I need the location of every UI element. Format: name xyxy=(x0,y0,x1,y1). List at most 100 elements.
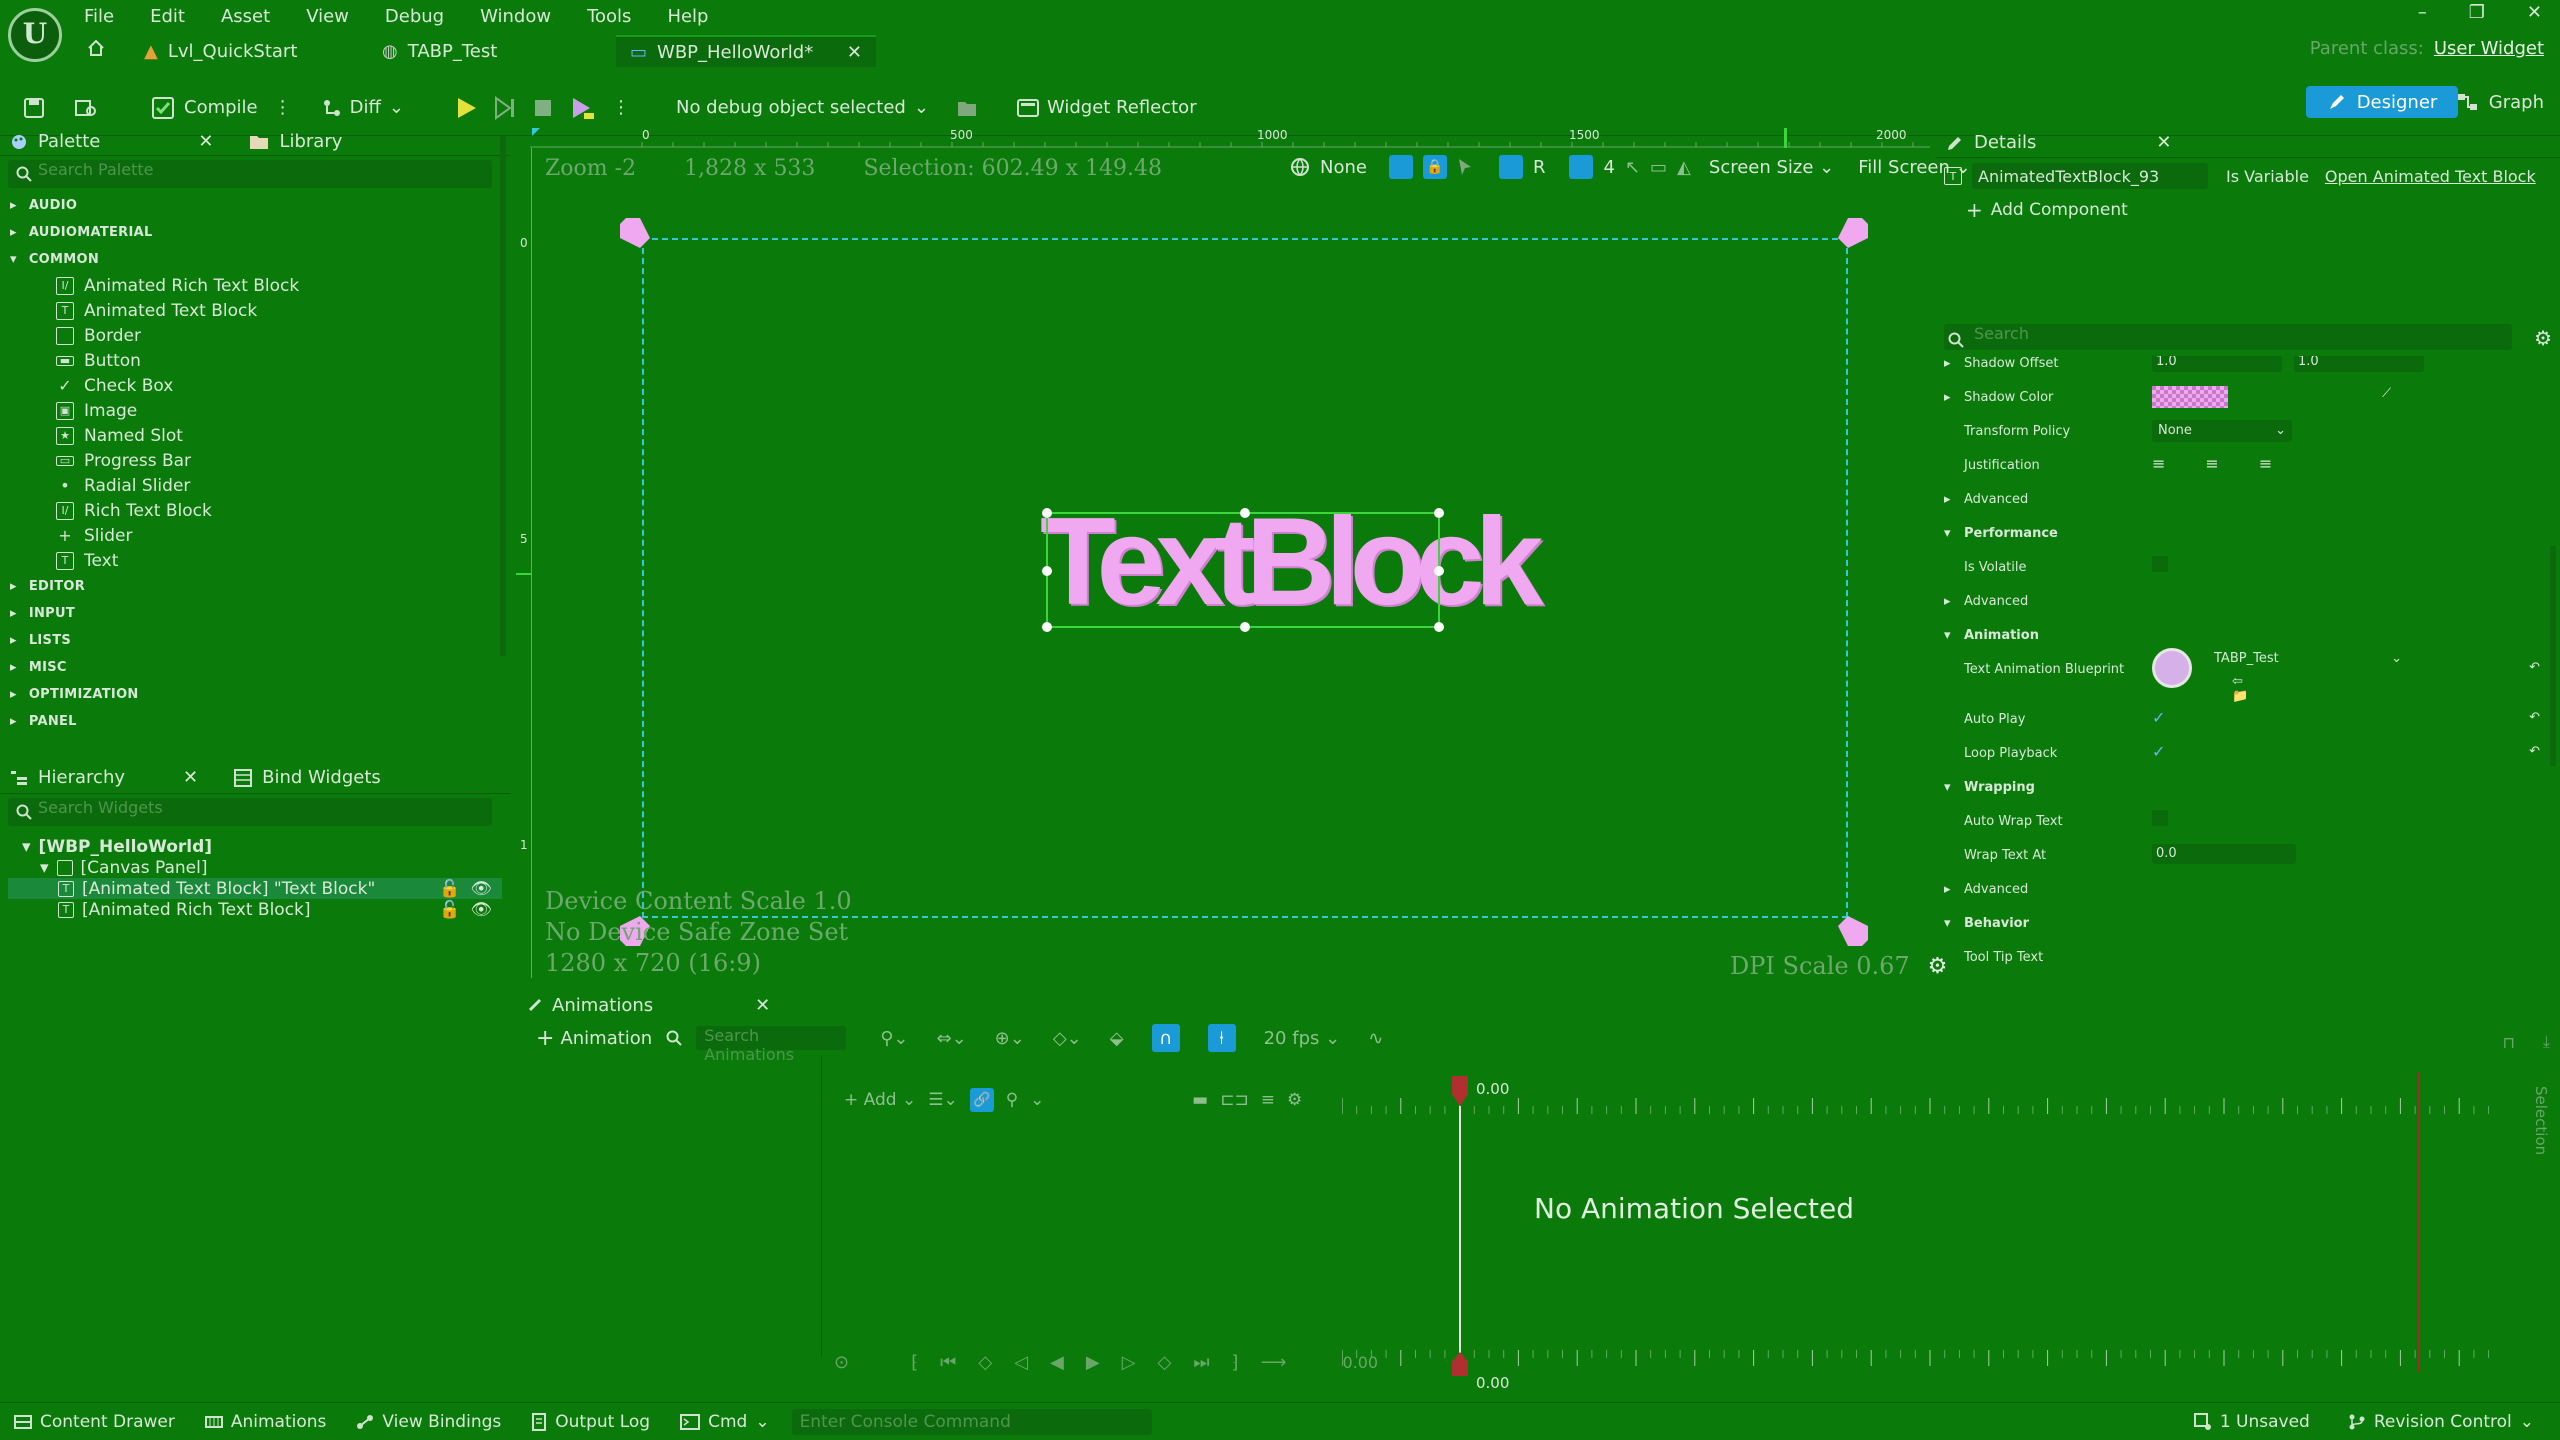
resize-handle[interactable] xyxy=(1434,622,1444,632)
detail-row[interactable]: Justification ≡ ≡ ≡ xyxy=(1936,448,2560,482)
eye-icon[interactable]: 👁 xyxy=(470,879,492,899)
detail-row[interactable]: ▾ Animation xyxy=(1936,618,2560,652)
selected-text-block[interactable] xyxy=(1042,508,1444,632)
menu-item-window[interactable]: Window xyxy=(480,6,551,27)
palette-category[interactable]: ▸ AUDIO xyxy=(0,192,510,219)
palette-category[interactable]: ▸ EDITOR xyxy=(0,573,510,600)
play-icon[interactable]: ▶ xyxy=(1086,1352,1100,1373)
open-animated-text-block-link[interactable]: Open Animated Text Block xyxy=(2325,167,2536,186)
tab-palette[interactable]: Palette ✕ xyxy=(10,128,213,156)
chevron-down-icon[interactable]: ▾ xyxy=(1944,780,1951,795)
fps-dropdown[interactable]: 20 fps ⌄ xyxy=(1264,1028,1341,1049)
minimize-icon[interactable]: – xyxy=(2418,2,2427,23)
stop-icon[interactable] xyxy=(532,97,554,119)
collapse-icon[interactable]: ⤓ xyxy=(2543,1032,2550,1052)
menu-item-debug[interactable]: Debug xyxy=(385,6,444,27)
wrap-text-at-field[interactable]: 0.0 xyxy=(2152,844,2296,864)
align-left-icon[interactable]: ≡ xyxy=(2152,454,2165,473)
grid-value[interactable]: 4 xyxy=(1603,157,1614,178)
unlock-icon[interactable]: 🔓 xyxy=(439,879,460,899)
close-hierarchy-icon[interactable]: ✕ xyxy=(183,767,198,788)
simulate-icon[interactable] xyxy=(570,95,596,121)
save-icon[interactable] xyxy=(14,88,54,128)
tab-bind-widgets[interactable]: Bind Widgets xyxy=(234,764,381,792)
resize-handle[interactable] xyxy=(1434,566,1444,576)
browse-icon[interactable] xyxy=(66,88,106,128)
track-search-input[interactable]: ⌄ xyxy=(1030,1090,1180,1110)
tab-hierarchy[interactable]: Hierarchy ✕ xyxy=(10,764,198,792)
align-right-icon[interactable]: ≡ xyxy=(2259,454,2272,473)
palette-item[interactable]: + Slider xyxy=(0,523,510,548)
palette-category[interactable]: ▸ AUDIOMATERIAL xyxy=(0,219,510,246)
magnet-icon[interactable]: ∩ xyxy=(1151,1024,1180,1052)
restore-icon[interactable]: ❐ xyxy=(2469,2,2485,23)
jump-end-icon[interactable]: ⁆ xyxy=(1232,1352,1239,1373)
tab-library[interactable]: Library xyxy=(249,128,342,156)
pointer-icon[interactable]: ↖ xyxy=(1625,157,1640,178)
chevron-down-icon[interactable]: ▾ xyxy=(40,858,49,878)
chevron-right-icon[interactable]: ▸ xyxy=(1944,594,1951,609)
minus-icon[interactable]: ▬ xyxy=(1192,1090,1208,1110)
hierarchy-row[interactable]: ▾ [WBP_HelloWorld] xyxy=(8,836,502,857)
detail-row[interactable]: ▸ Shadow Color ⟋ xyxy=(1936,380,2560,414)
palette-category[interactable]: ▾ COMMON xyxy=(0,246,510,273)
settings-icon[interactable]: ⚙ xyxy=(1287,1090,1302,1110)
chevron-down-icon[interactable]: ▾ xyxy=(1944,916,1951,931)
curve-icon[interactable]: ∿ xyxy=(1368,1028,1383,1049)
close-tab-icon[interactable]: ✕ xyxy=(847,42,862,63)
tab-lvl-quickstart[interactable]: ▲ Lvl_QuickStart xyxy=(130,35,368,67)
animation-list-area[interactable] xyxy=(512,1056,822,1356)
detail-row[interactable]: ▸ Advanced xyxy=(1936,584,2560,618)
compile-button[interactable]: Compile ⋮ xyxy=(142,88,300,128)
menu-item-asset[interactable]: Asset xyxy=(221,6,270,27)
detail-row[interactable]: ▾ Performance xyxy=(1936,516,2560,550)
playhead-snap-icon[interactable]: ⍿ xyxy=(1207,1024,1236,1052)
details-search-input[interactable]: Search xyxy=(1944,324,2512,350)
next-frame-icon[interactable]: ▷ xyxy=(1122,1352,1136,1373)
checkbox[interactable] xyxy=(2152,556,2168,572)
detail-row[interactable]: Transform Policy None ⌄ xyxy=(1936,414,2560,448)
step-icon[interactable] xyxy=(494,95,516,120)
respect-locks-toggle[interactable] xyxy=(1498,155,1523,179)
reset-to-default-icon[interactable]: ↶ xyxy=(2529,660,2540,675)
chevron-right-icon[interactable]: ▸ xyxy=(1944,882,1951,897)
grid-snap-toggle[interactable] xyxy=(1569,155,1594,179)
play-reverse-icon[interactable]: ◀ xyxy=(1050,1352,1064,1373)
align-center-icon[interactable]: ≡ xyxy=(2205,454,2218,473)
checkbox[interactable] xyxy=(2152,810,2168,826)
eyedropper-icon[interactable]: ⟋ xyxy=(2382,386,2391,401)
palette-item[interactable]: I/Rich Text Block xyxy=(0,498,510,523)
detail-row[interactable]: ▸ Shadow Offset 1.0 1.0 xyxy=(1936,356,2560,380)
revision-control-button[interactable]: Revision Control ⌄ xyxy=(2348,1412,2534,1432)
chevron-right-icon[interactable]: ▸ xyxy=(1944,390,1951,405)
home-icon[interactable] xyxy=(86,38,106,58)
detail-row[interactable]: Loop Playback ✓ ↶ xyxy=(1936,736,2560,770)
localization-preview[interactable]: None xyxy=(1320,157,1367,178)
asset-dropdown[interactable]: TABP_Test ⌄ xyxy=(2208,648,2408,670)
detail-row[interactable]: ▸ Advanced xyxy=(1936,482,2560,516)
tab-tabp-test[interactable]: ◍ TABP_Test xyxy=(368,35,616,67)
resize-handle[interactable] xyxy=(1042,508,1052,518)
debug-browse-icon[interactable] xyxy=(949,88,985,128)
list-icon[interactable]: ≡ xyxy=(1261,1090,1275,1110)
jump-start-icon[interactable]: ⁅ xyxy=(911,1352,918,1373)
settings-gear-icon[interactable]: ⚙ xyxy=(2534,326,2552,350)
menu-item-edit[interactable]: Edit xyxy=(150,6,185,27)
close-palette-icon[interactable]: ✕ xyxy=(198,131,213,152)
detail-row[interactable]: Auto Wrap Text xyxy=(1936,804,2560,838)
link-icon[interactable]: 🔗 xyxy=(969,1088,994,1112)
shadow-color-swatch[interactable]: ⟋ xyxy=(2152,386,2391,408)
use-selected-icon[interactable]: ⇦ 📁 xyxy=(2232,674,2248,704)
justification-buttons[interactable]: ≡ ≡ ≡ xyxy=(2152,454,2272,473)
time-ruler-top[interactable] xyxy=(1342,1084,2492,1114)
details-scrollbar[interactable] xyxy=(2550,546,2556,766)
palette-item[interactable]: ▣ Image xyxy=(0,398,510,423)
tab-wbp-helloworld-[interactable]: ▭ WBP_HelloWorld* ✕ xyxy=(616,35,876,67)
checkbox[interactable]: ✓ xyxy=(2152,708,2168,727)
lock-icon[interactable]: ⊓ xyxy=(2502,1033,2514,1052)
compile-options-icon[interactable]: ⋮ xyxy=(274,97,292,118)
detail-row[interactable]: Text Animation Blueprint TABP_Test ⌄ ⇦ 📁 ↶ xyxy=(1936,648,2560,704)
tab-details[interactable]: Details ✕ xyxy=(1946,129,2172,157)
detail-row[interactable]: Tool Tip Text xyxy=(1936,940,2560,966)
lock-toggle[interactable]: 🔒 xyxy=(1422,155,1447,179)
